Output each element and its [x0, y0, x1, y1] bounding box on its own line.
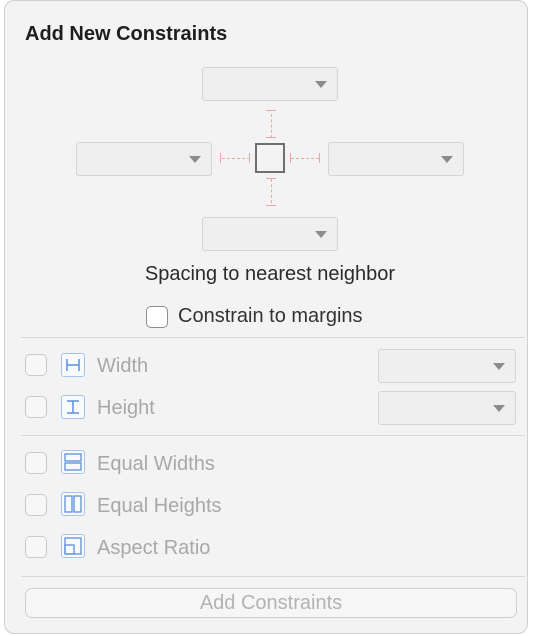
bottom-strut-cap [266, 205, 276, 206]
equal-heights-icon [61, 492, 85, 516]
equal-heights-label: Equal Heights [97, 495, 222, 517]
add-constraints-panel: Add New Constraints Spacing to nearest n… [4, 0, 528, 634]
aspect-ratio-icon [61, 534, 85, 558]
equal-widths-checkbox[interactable] [25, 452, 47, 474]
top-spacing-dropdown[interactable] [202, 67, 338, 101]
top-spacing-strut[interactable] [271, 114, 272, 138]
chevron-down-icon [315, 81, 327, 88]
chevron-down-icon [493, 405, 505, 412]
selected-view-square [255, 143, 285, 173]
aspect-ratio-checkbox[interactable] [25, 536, 47, 558]
leading-strut-cap-inner [249, 153, 250, 163]
width-checkbox[interactable] [25, 354, 47, 376]
height-checkbox[interactable] [25, 396, 47, 418]
chevron-down-icon [441, 156, 453, 163]
chevron-down-icon [189, 156, 201, 163]
leading-spacing-dropdown[interactable] [76, 142, 212, 176]
bottom-spacing-dropdown[interactable] [202, 217, 338, 251]
trailing-spacing-dropdown[interactable] [328, 142, 464, 176]
panel-title: Add New Constraints [25, 23, 228, 45]
height-label: Height [97, 397, 155, 419]
width-label: Width [97, 355, 149, 377]
equal-heights-checkbox[interactable] [25, 494, 47, 516]
width-value-dropdown[interactable] [378, 349, 516, 383]
add-constraints-button[interactable]: Add Constraints [25, 588, 517, 618]
aspect-ratio-label: Aspect Ratio [97, 537, 211, 559]
constrain-to-margins-checkbox[interactable] [146, 306, 168, 328]
constrain-to-margins-label: Constrain to margins [178, 305, 363, 327]
bottom-strut-cap-inner [266, 178, 276, 179]
trailing-strut-cap [319, 153, 320, 163]
chevron-down-icon [315, 231, 327, 238]
leading-spacing-strut[interactable] [222, 158, 250, 159]
trailing-strut-cap-inner [290, 153, 291, 163]
spacing-label: Spacing to nearest neighbor [144, 263, 396, 285]
trailing-spacing-strut[interactable] [291, 158, 319, 159]
equal-widths-label: Equal Widths [97, 453, 215, 475]
height-icon [61, 395, 85, 419]
bottom-spacing-strut[interactable] [271, 179, 272, 203]
leading-strut-cap [220, 153, 221, 163]
top-strut-cap [266, 110, 276, 111]
divider [21, 337, 525, 338]
width-icon [61, 353, 85, 377]
divider [21, 576, 525, 577]
divider [21, 435, 525, 436]
chevron-down-icon [493, 363, 505, 370]
height-value-dropdown[interactable] [378, 391, 516, 425]
equal-widths-icon [61, 450, 85, 474]
top-strut-cap-inner [266, 137, 276, 138]
